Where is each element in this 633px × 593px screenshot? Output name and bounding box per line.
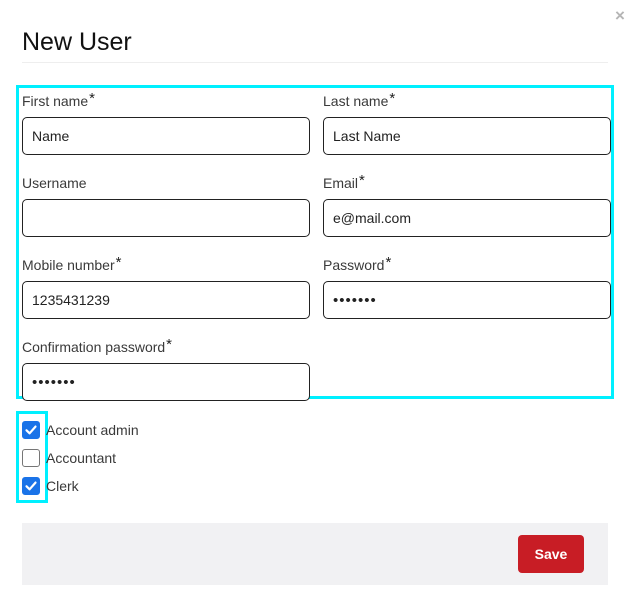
confirmation-password-input[interactable]: [22, 363, 310, 401]
username-label: Username: [22, 175, 87, 191]
first-name-input[interactable]: [22, 117, 310, 155]
accountant-checkbox[interactable]: [22, 449, 40, 467]
title-divider: [22, 62, 608, 63]
role-accountant[interactable]: Accountant: [22, 448, 116, 468]
password-input[interactable]: [323, 281, 611, 319]
last-name-input[interactable]: [323, 117, 611, 155]
required-marker: *: [115, 254, 122, 271]
required-marker: *: [385, 254, 392, 271]
mobile-number-input[interactable]: [22, 281, 310, 319]
first-name-field: First name *: [22, 90, 310, 155]
email-field: Email *: [323, 172, 611, 237]
email-label: Email: [323, 175, 359, 191]
email-input[interactable]: [323, 199, 611, 237]
last-name-label: Last name: [323, 93, 389, 109]
mobile-number-label: Mobile number: [22, 257, 115, 273]
required-marker: *: [89, 90, 95, 107]
save-button[interactable]: Save: [518, 535, 584, 573]
first-name-label: First name: [22, 93, 89, 109]
account-admin-checkbox[interactable]: [22, 421, 40, 439]
checkmark-icon: [25, 425, 37, 435]
new-user-dialog: × New User First name* Last name* Userna…: [0, 0, 633, 593]
account-admin-label: Account admin: [46, 422, 139, 438]
confirmation-password-label: Confirmation password: [22, 339, 166, 355]
clerk-checkbox[interactable]: [22, 477, 40, 495]
dialog-title: New User: [22, 28, 132, 56]
password-field: Password *: [323, 254, 611, 319]
required-marker: *: [389, 90, 396, 107]
username-field: Username: [22, 175, 310, 237]
mobile-number-field: Mobile number *: [22, 254, 310, 319]
last-name-field: Last name *: [323, 90, 611, 155]
role-account-admin[interactable]: Account admin: [22, 420, 139, 440]
role-clerk[interactable]: Clerk: [22, 476, 79, 496]
checkmark-icon: [25, 481, 37, 491]
clerk-label: Clerk: [46, 478, 79, 494]
confirmation-password-field: Confirmation password *: [22, 336, 310, 401]
required-marker: *: [359, 172, 365, 189]
close-icon[interactable]: ×: [615, 7, 629, 24]
dialog-footer: Save: [22, 523, 608, 585]
username-input[interactable]: [22, 199, 310, 237]
accountant-label: Accountant: [46, 450, 117, 466]
password-label: Password: [323, 257, 385, 273]
required-marker: *: [166, 336, 173, 353]
